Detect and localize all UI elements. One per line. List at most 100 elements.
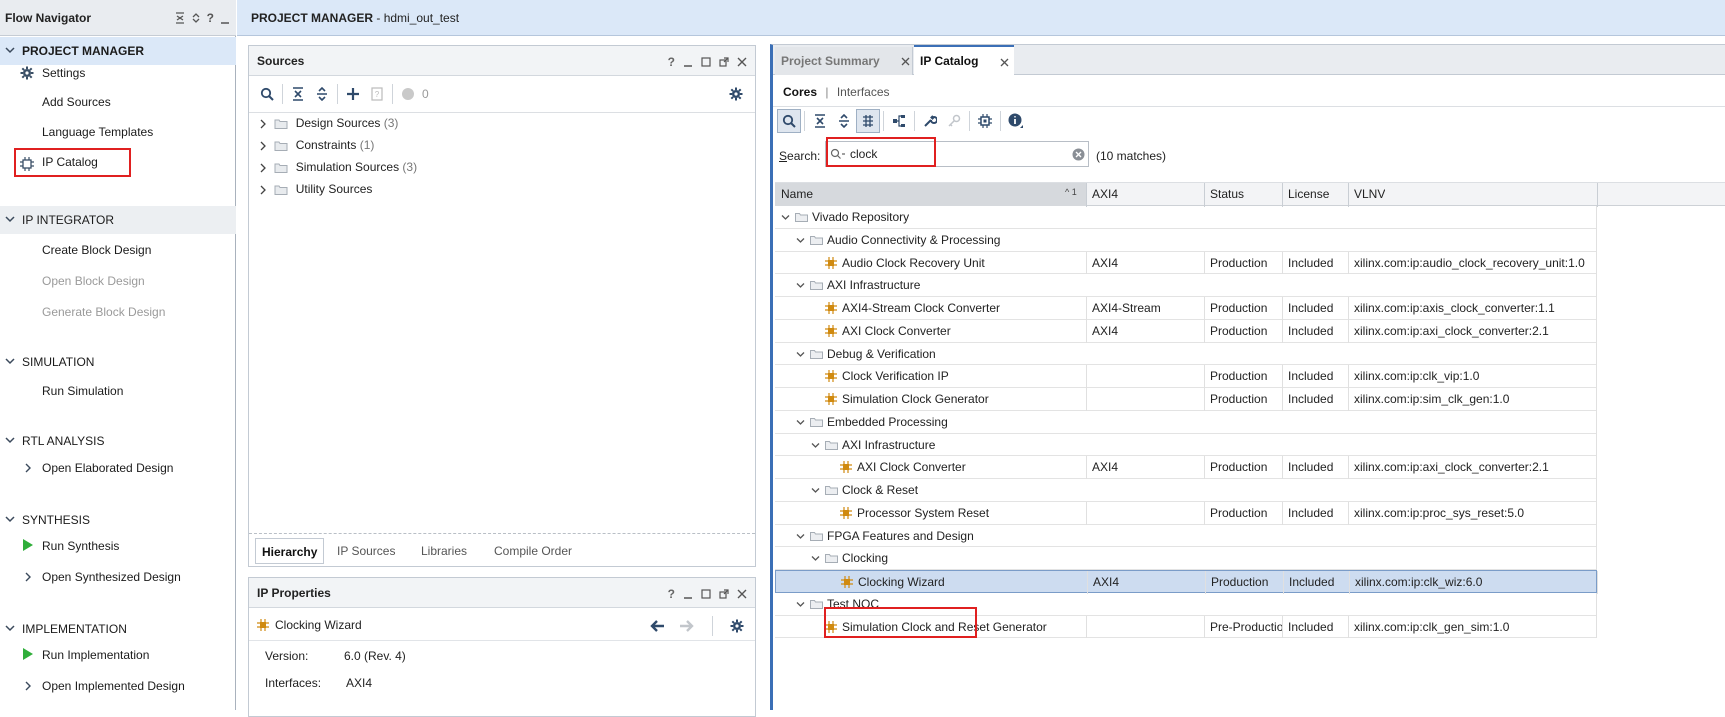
table-row-folder[interactable]: FPGA Features and Design: [775, 524, 1597, 548]
nav-open-elaborated-design[interactable]: Open Elaborated Design: [42, 457, 173, 479]
col-vlnv[interactable]: VLNV: [1354, 183, 1385, 206]
table-row[interactable]: AXI4-Stream Clock Converter AXI4-Stream Pr…: [775, 297, 1597, 320]
hierarchy-icon[interactable]: [887, 109, 911, 133]
close-icon[interactable]: [737, 57, 747, 67]
section-implementation[interactable]: IMPLEMENTATION: [0, 615, 236, 643]
collapse-all-icon[interactable]: [175, 12, 185, 24]
table-row-folder[interactable]: Clocking: [775, 547, 1597, 570]
chevron-down-icon[interactable]: [781, 213, 790, 222]
table-row-folder[interactable]: Audio Connectivity & Processing: [775, 228, 1597, 252]
chevron-down-icon[interactable]: [811, 486, 820, 495]
nav-open-implemented-design[interactable]: Open Implemented Design: [42, 675, 185, 697]
tab-ip-catalog[interactable]: IP Catalog: [914, 45, 1014, 76]
nav-run-synthesis[interactable]: Run Synthesis: [42, 535, 119, 557]
help-icon[interactable]: ?: [668, 587, 675, 601]
section-label: PROJECT MANAGER: [22, 44, 145, 58]
expand-all-icon[interactable]: [832, 109, 856, 133]
expand-all-icon[interactable]: [310, 82, 334, 106]
minimize-icon[interactable]: [220, 12, 230, 24]
table-row[interactable]: Processor System Reset Production Included…: [775, 501, 1597, 525]
tab-hierarchy[interactable]: Hierarchy: [255, 538, 325, 564]
search-icon[interactable]: [777, 109, 801, 133]
collapse-all-icon[interactable]: [286, 82, 310, 106]
nav-run-simulation[interactable]: Run Simulation: [42, 380, 123, 402]
maximize-icon[interactable]: [701, 589, 711, 599]
filter-icon[interactable]: [856, 109, 880, 133]
close-icon[interactable]: [901, 57, 910, 66]
run-icon: [22, 647, 34, 661]
nav-language-templates[interactable]: Language Templates: [42, 121, 153, 143]
collapse-all-icon[interactable]: [808, 109, 832, 133]
info-icon[interactable]: [1004, 109, 1028, 133]
tab-ip-sources[interactable]: IP Sources: [337, 538, 395, 564]
col-license[interactable]: License: [1288, 183, 1329, 206]
chevron-right-icon[interactable]: [24, 463, 32, 473]
table-row[interactable]: Clocking Wizard AXI4 Production Included xil…: [775, 570, 1598, 594]
maximize-icon[interactable]: [701, 57, 711, 67]
tab-libraries[interactable]: Libraries: [421, 538, 467, 564]
chevron-down-icon[interactable]: [811, 441, 820, 450]
table-row-folder[interactable]: Clock & Reset: [775, 479, 1597, 502]
section-rtl-analysis[interactable]: RTL ANALYSIS: [0, 427, 236, 455]
wrench-icon[interactable]: [918, 109, 942, 133]
tree-item-utility-sources[interactable]: Utility Sources: [259, 178, 372, 200]
close-icon[interactable]: [1000, 58, 1009, 67]
nav-open-synthesized-design[interactable]: Open Synthesized Design: [42, 566, 181, 588]
chevron-down-icon[interactable]: [796, 350, 805, 359]
gear-icon[interactable]: [730, 619, 744, 633]
tree-item-design-sources[interactable]: Design Sources (3): [259, 112, 398, 134]
tab-project-summary[interactable]: Project Summary: [775, 47, 913, 75]
chevron-down-icon[interactable]: [796, 600, 805, 609]
chevron-down-icon[interactable]: [796, 532, 805, 541]
clear-icon[interactable]: [1072, 148, 1085, 161]
minimize-icon[interactable]: [683, 589, 693, 599]
section-project-manager[interactable]: PROJECT MANAGER: [0, 37, 236, 65]
chevron-right-icon[interactable]: [24, 681, 32, 691]
table-row[interactable]: AXI Clock Converter AXI4 Production Include…: [775, 456, 1597, 479]
nav-create-block-design[interactable]: Create Block Design: [42, 239, 151, 261]
col-status[interactable]: Status: [1210, 183, 1244, 206]
close-icon[interactable]: [737, 589, 747, 599]
section-ip-integrator[interactable]: IP INTEGRATOR: [0, 206, 236, 234]
expand-all-icon[interactable]: [191, 12, 201, 24]
table-row-folder[interactable]: Embedded Processing: [775, 410, 1597, 434]
table-row[interactable]: Audio Clock Recovery Unit AXI4 Production I…: [775, 251, 1597, 275]
cell-license: Included: [1288, 392, 1334, 406]
help-icon[interactable]: ?: [668, 55, 675, 69]
back-arrow-icon[interactable]: [649, 619, 665, 633]
table-row-folder[interactable]: Debug & Verification: [775, 342, 1597, 366]
table-row[interactable]: Clock Verification IP Production Included x…: [775, 365, 1597, 388]
chevron-down-icon[interactable]: [796, 236, 805, 245]
chevron-right-icon[interactable]: [24, 572, 32, 582]
sources-tabs: Hierarchy IP Sources Libraries Compile O…: [249, 536, 755, 566]
chevron-down-icon[interactable]: [796, 281, 805, 290]
status-dot-icon: [396, 82, 420, 106]
chevron-down-icon[interactable]: [796, 418, 805, 427]
subtab-interfaces[interactable]: Interfaces: [837, 85, 890, 99]
table-row-folder[interactable]: AXI Infrastructure: [775, 274, 1597, 297]
table-row[interactable]: Simulation Clock Generator Production Incl…: [775, 388, 1597, 411]
search-icon[interactable]: [255, 82, 279, 106]
col-axi4[interactable]: AXI4: [1092, 183, 1118, 206]
add-icon[interactable]: [341, 82, 365, 106]
gear-icon[interactable]: [729, 87, 743, 101]
nav-settings[interactable]: Settings: [42, 62, 85, 84]
section-simulation[interactable]: SIMULATION: [0, 348, 236, 376]
tab-compile-order[interactable]: Compile Order: [494, 538, 572, 564]
nav-add-sources[interactable]: Add Sources: [42, 91, 111, 113]
subtab-cores[interactable]: Cores: [783, 85, 817, 99]
table-row-folder[interactable]: AXI Infrastructure: [775, 433, 1597, 457]
table-row-folder[interactable]: Vivado Repository: [775, 206, 1597, 229]
col-name[interactable]: Name: [781, 183, 813, 206]
table-row[interactable]: AXI Clock Converter AXI4 Production Include…: [775, 319, 1597, 343]
chevron-down-icon[interactable]: [811, 554, 820, 563]
nav-run-implementation[interactable]: Run Implementation: [42, 644, 149, 666]
chip-icon[interactable]: [973, 109, 997, 133]
help-icon[interactable]: ?: [207, 11, 214, 25]
tree-item-constraints[interactable]: Constraints (1): [259, 134, 374, 156]
minimize-icon[interactable]: [683, 57, 693, 67]
float-icon[interactable]: [719, 589, 729, 599]
float-icon[interactable]: [719, 57, 729, 67]
section-synthesis[interactable]: SYNTHESIS: [0, 506, 236, 534]
tree-item-simulation-sources[interactable]: Simulation Sources (3): [259, 156, 417, 178]
